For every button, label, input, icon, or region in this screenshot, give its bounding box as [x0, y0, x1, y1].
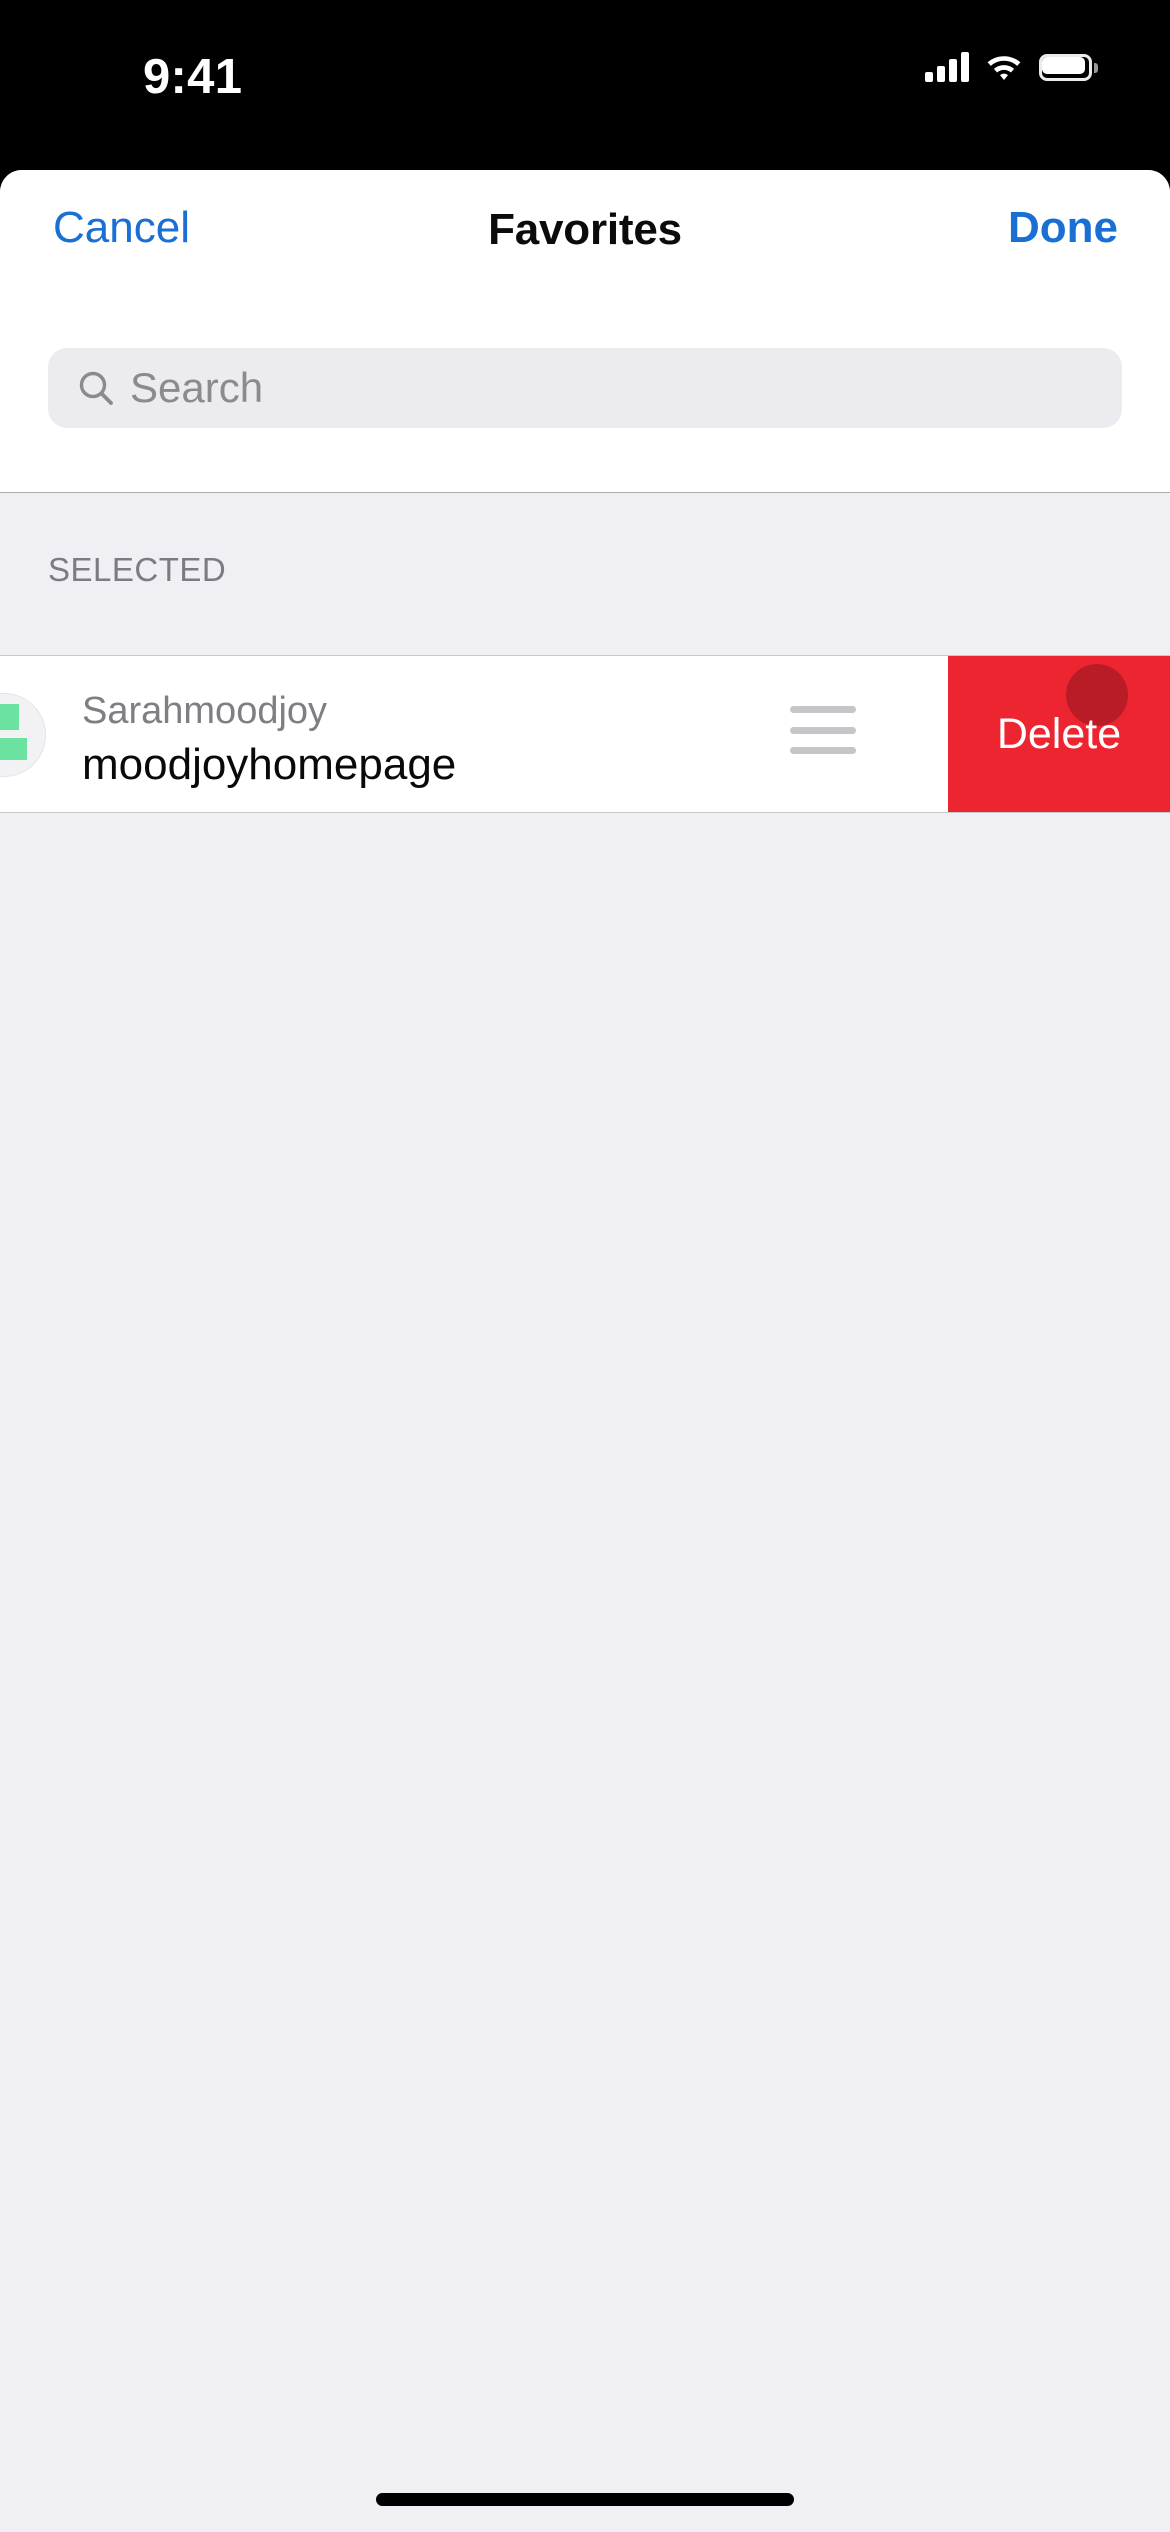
wifi-icon — [985, 52, 1023, 82]
section-header-selected: SELECTED — [48, 551, 227, 588]
search-field[interactable] — [48, 348, 1122, 428]
row-subtitle: moodjoyhomepage — [82, 740, 457, 790]
cellular-bars-icon — [925, 52, 969, 82]
reorder-handle-icon[interactable] — [790, 706, 856, 754]
sheet-header: Cancel Favorites Done — [0, 170, 1170, 493]
home-indicator[interactable] — [376, 2493, 794, 2506]
avatar — [0, 693, 46, 777]
row-text-group: Sarahmoodjoy moodjoyhomepage — [82, 688, 782, 792]
favorites-modal-sheet: Cancel Favorites Done SELECTED — [0, 170, 1170, 2532]
delete-button-label: Delete — [996, 709, 1122, 758]
status-bar-indicators — [925, 52, 1098, 82]
search-input[interactable] — [130, 364, 1122, 412]
search-icon — [76, 368, 116, 408]
battery-full-icon — [1039, 53, 1098, 81]
sheet-body: SELECTED Sarahmoodjoy moodjoyhomepage De… — [0, 493, 1170, 2532]
phone-screen: 9:41 Cancel Favorites Done Search SELECT… — [0, 0, 1170, 2532]
row-title: Sarahmoodjoy — [82, 690, 328, 732]
delete-button[interactable]: Delete — [948, 656, 1170, 812]
navigation-bar: Cancel Favorites Done — [0, 170, 1170, 290]
done-button[interactable]: Done — [1008, 203, 1118, 253]
page-title: Favorites — [488, 205, 682, 254]
table-row: Sarahmoodjoy moodjoyhomepage Delete — [0, 655, 1170, 813]
status-bar: 9:41 — [0, 0, 1170, 170]
status-bar-time: 9:41 — [143, 50, 243, 104]
row-content[interactable]: Sarahmoodjoy moodjoyhomepage — [0, 656, 948, 812]
